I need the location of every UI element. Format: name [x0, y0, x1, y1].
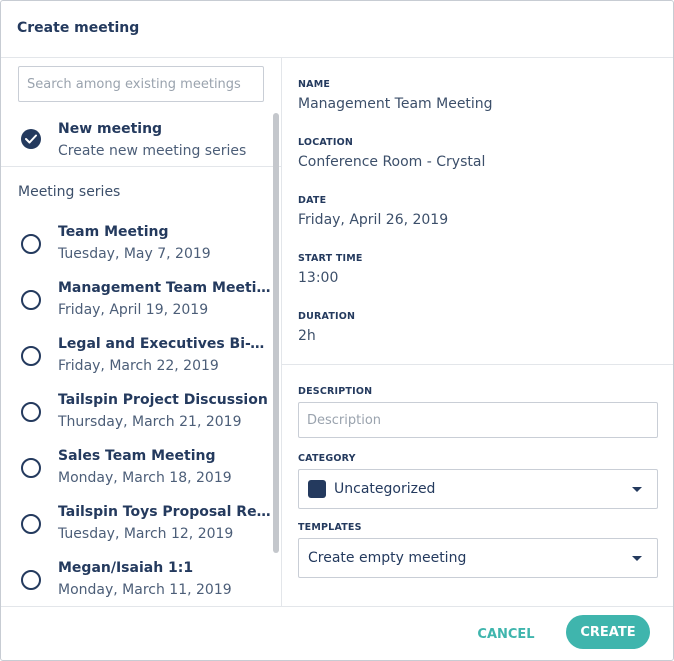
series-title: Tailspin Project Discussion [58, 392, 268, 408]
radio-button-icon[interactable] [21, 514, 41, 534]
templates-label: TEMPLATES [298, 522, 362, 533]
dialog-header: Create meeting [1, 1, 673, 58]
chevron-down-icon [632, 487, 642, 492]
series-item-tailspin-project-discussion[interactable]: Tailspin Project Discussion Thursday, Ma… [1, 392, 271, 448]
series-item-megan-isaiah[interactable]: Megan/Isaiah 1:1 Monday, March 11, 2019 [1, 560, 271, 606]
radio-button-icon[interactable] [21, 234, 41, 254]
description-label: DESCRIPTION [298, 386, 373, 397]
radio-button-icon[interactable] [21, 402, 41, 422]
series-item-legal-and-executives[interactable]: Legal and Executives Bi-Weekly Friday, M… [1, 336, 271, 392]
name-value: Management Team Meeting [298, 96, 493, 112]
start-time-label: START TIME [298, 253, 363, 264]
series-date: Friday, April 19, 2019 [58, 302, 209, 318]
radio-button-icon[interactable] [21, 570, 41, 590]
meeting-details-pane: NAME Management Team Meeting LOCATION Co… [282, 58, 673, 606]
series-title: Management Team Meeting [58, 280, 271, 296]
series-date: Thursday, March 21, 2019 [58, 414, 242, 430]
series-date: Tuesday, March 12, 2019 [58, 526, 234, 542]
meeting-series-heading: Meeting series [18, 184, 121, 200]
meeting-list[interactable]: New meeting Create new meeting series Me… [1, 112, 281, 606]
duration-label: DURATION [298, 311, 356, 322]
dialog-title: Create meeting [17, 20, 140, 36]
category-label: CATEGORY [298, 453, 356, 464]
series-item-management-team-meeting[interactable]: Management Team Meeting Friday, April 19… [1, 280, 271, 336]
series-title: Megan/Isaiah 1:1 [58, 560, 194, 576]
dialog-footer: CANCEL CREATE [1, 606, 673, 660]
create-button[interactable]: CREATE [566, 615, 650, 649]
radio-button-icon[interactable] [21, 290, 41, 310]
search-input[interactable] [18, 66, 264, 102]
chevron-down-icon [632, 556, 642, 561]
checkmark-circle-icon [21, 129, 41, 149]
new-meeting-option[interactable]: New meeting Create new meeting series [1, 112, 281, 167]
location-value: Conference Room - Crystal [298, 154, 486, 170]
category-select[interactable]: Uncategorized [298, 469, 658, 509]
series-title: Team Meeting [58, 224, 169, 240]
series-item-sales-team-meeting[interactable]: Sales Team Meeting Monday, March 18, 201… [1, 448, 271, 504]
create-meeting-dialog: Create meeting New meeting Create new me… [0, 0, 674, 661]
new-meeting-subtitle: Create new meeting series [58, 143, 247, 159]
series-date: Tuesday, May 7, 2019 [58, 246, 211, 262]
meeting-picker-pane: New meeting Create new meeting series Me… [1, 58, 282, 606]
description-input[interactable] [298, 402, 658, 438]
duration-value: 2h [298, 328, 316, 344]
series-date: Monday, March 11, 2019 [58, 582, 232, 598]
date-label: DATE [298, 195, 327, 206]
series-item-tailspin-toys-proposal[interactable]: Tailspin Toys Proposal Review Tuesday, M… [1, 504, 271, 560]
series-date: Monday, March 18, 2019 [58, 470, 232, 486]
name-label: NAME [298, 79, 331, 90]
series-title: Sales Team Meeting [58, 448, 216, 464]
series-item-team-meeting[interactable]: Team Meeting Tuesday, May 7, 2019 [1, 224, 271, 280]
date-value: Friday, April 26, 2019 [298, 212, 449, 228]
series-title: Tailspin Toys Proposal Review [58, 504, 271, 520]
radio-button-icon[interactable] [21, 346, 41, 366]
category-selected-value: Uncategorized [334, 481, 436, 497]
location-label: LOCATION [298, 137, 354, 148]
cancel-button[interactable]: CANCEL [466, 617, 546, 651]
section-divider [282, 364, 673, 365]
series-date: Friday, March 22, 2019 [58, 358, 219, 374]
templates-select[interactable]: Create empty meeting [298, 538, 658, 578]
series-title: Legal and Executives Bi-Weekly [58, 336, 271, 352]
templates-selected-value: Create empty meeting [308, 550, 467, 566]
new-meeting-title: New meeting [58, 121, 163, 137]
category-color-swatch [308, 480, 326, 498]
list-scrollbar[interactable] [273, 113, 279, 553]
start-time-value: 13:00 [298, 270, 339, 286]
radio-button-icon[interactable] [21, 458, 41, 478]
